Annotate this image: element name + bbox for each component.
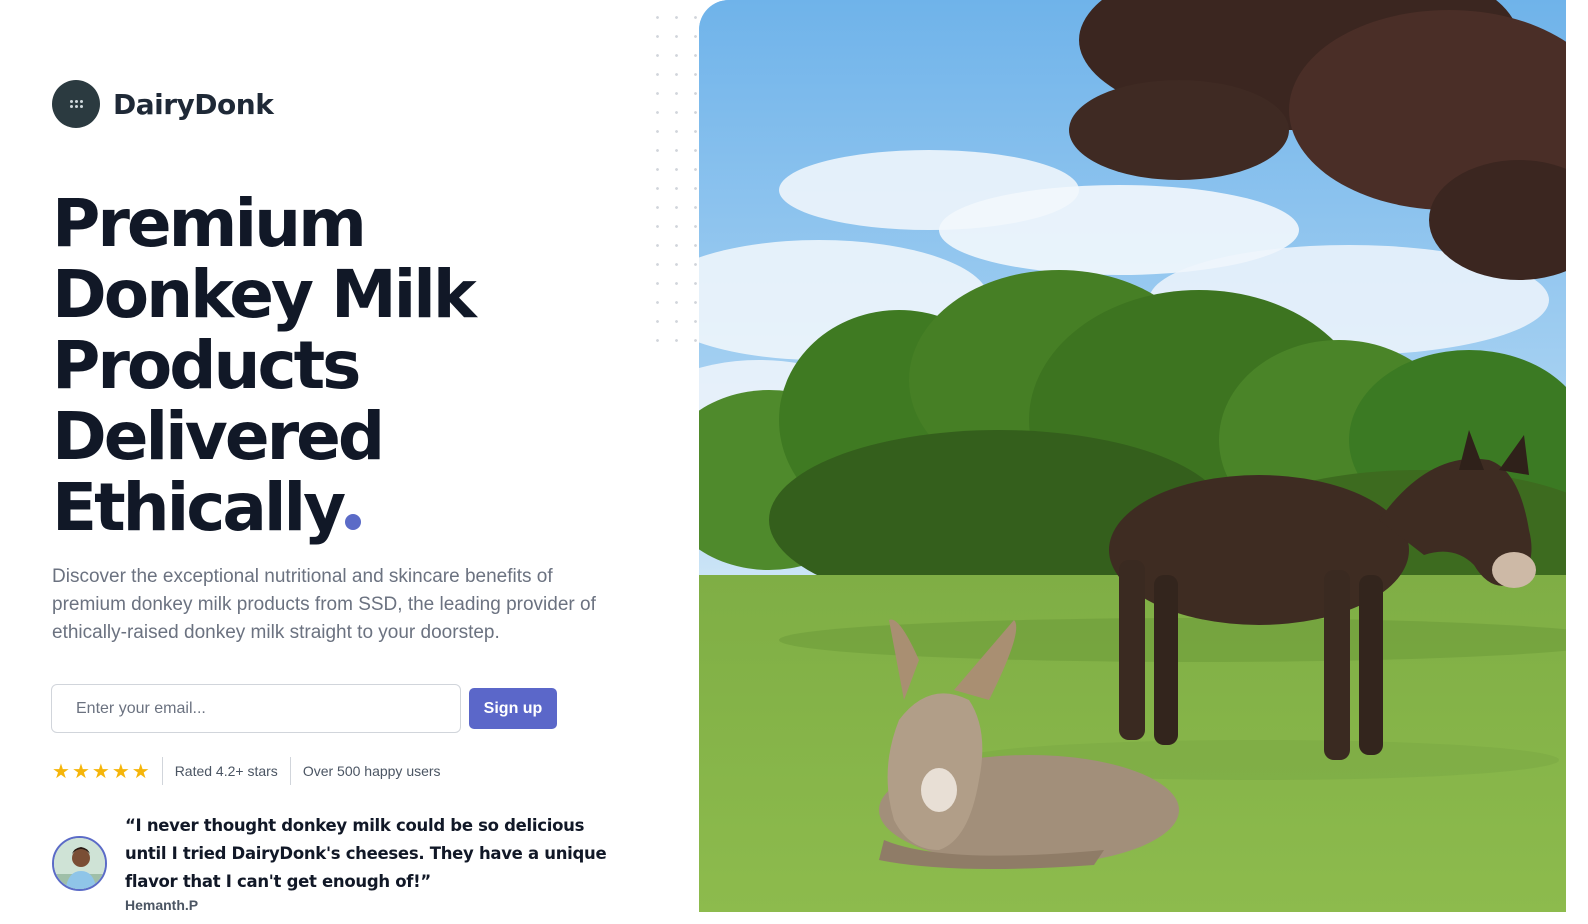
testimonial-quote: “I never thought donkey milk could be so…	[125, 816, 607, 891]
hero-image	[699, 0, 1566, 912]
brand[interactable]: DairyDonk	[52, 80, 274, 128]
divider	[289, 757, 291, 785]
divider	[161, 757, 163, 785]
avatar	[52, 836, 107, 891]
accent-dot	[345, 514, 362, 530]
star-icon: ★	[71, 760, 90, 783]
headline-line: Delivered	[52, 398, 385, 475]
hero-description: Discover the exceptional nutritional and…	[52, 566, 596, 643]
star-icon: ★	[52, 760, 70, 783]
hero-headline: Premium Donkey Milk Products Delivered E…	[52, 188, 652, 543]
page-gutter	[699, 912, 1588, 924]
star-rating: ★ ★ ★ ★ ★	[52, 759, 150, 784]
headline-line: Donkey Milk	[52, 256, 477, 333]
testimonial-author: Hemanth.P	[125, 897, 199, 913]
headline-line: Products	[52, 327, 361, 404]
headline-last-line: Ethically	[52, 472, 652, 543]
rated-text: Rated 4.2+ stars	[174, 763, 278, 779]
dot-pattern	[648, 8, 700, 352]
headline-line: Premium	[52, 185, 367, 262]
star-icon: ★	[91, 760, 110, 783]
star-icon: ★	[131, 760, 150, 783]
users-text: Over 500 happy users	[302, 763, 441, 779]
star-icon: ★	[111, 760, 130, 783]
headline-line: Ethically	[52, 469, 346, 546]
rating-row: ★ ★ ★ ★ ★ Rated 4.2+ stars Over 500 happ…	[52, 756, 441, 786]
page-gutter	[1566, 0, 1588, 924]
signup-button[interactable]: Sign up	[469, 688, 557, 729]
brand-name: DairyDonk	[113, 87, 274, 121]
landing-page: DairyDonk Premium Donkey Milk Products D…	[0, 0, 1588, 924]
grid-dots-icon	[52, 80, 100, 128]
email-input[interactable]	[51, 684, 461, 733]
